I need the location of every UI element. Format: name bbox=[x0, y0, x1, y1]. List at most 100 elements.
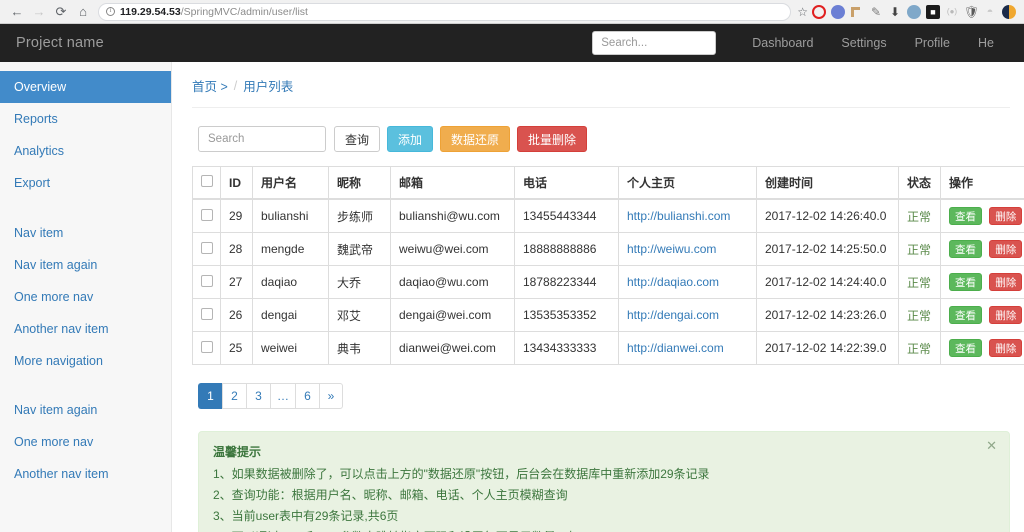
sidebar-item-another-nav-item-2[interactable]: Another nav item bbox=[0, 458, 171, 490]
view-button[interactable]: 查看 bbox=[949, 207, 982, 225]
brand-title[interactable]: Project name bbox=[16, 35, 104, 51]
reload-icon[interactable]: ⟳ bbox=[50, 2, 72, 22]
view-button[interactable]: 查看 bbox=[949, 306, 982, 324]
add-button[interactable]: 添加 bbox=[387, 126, 433, 152]
blue-badge-icon[interactable] bbox=[831, 5, 845, 19]
sidebar-item-one-more-nav[interactable]: One more nav bbox=[0, 281, 171, 313]
nav-link-dashboard[interactable]: Dashboard bbox=[738, 36, 827, 50]
parentheses-icon[interactable]: (●) bbox=[945, 5, 959, 19]
table-row[interactable]: 26 dengai 邓艾 dengai@wei.com 13535353352 … bbox=[193, 299, 1024, 332]
cell-actions: 查看 删除 编辑 bbox=[941, 332, 1024, 365]
row-checkbox[interactable] bbox=[201, 275, 213, 287]
homepage-link[interactable]: http://daqiao.com bbox=[627, 275, 719, 289]
row-checkbox[interactable] bbox=[201, 308, 213, 320]
sidebar: Overview Reports Analytics Export Nav it… bbox=[0, 62, 172, 532]
row-checkbox[interactable] bbox=[201, 209, 213, 221]
delete-button[interactable]: 删除 bbox=[989, 240, 1022, 258]
view-button[interactable]: 查看 bbox=[949, 339, 982, 357]
row-checkbox-cell bbox=[193, 266, 221, 299]
cell-status: 正常 bbox=[899, 199, 941, 233]
delete-button[interactable]: 删除 bbox=[989, 273, 1022, 291]
nav-link-profile[interactable]: Profile bbox=[901, 36, 964, 50]
cell-created: 2017-12-02 14:26:40.0 bbox=[757, 199, 899, 233]
batch-delete-button[interactable]: 批量删除 bbox=[517, 126, 587, 152]
close-icon[interactable]: ✕ bbox=[986, 439, 997, 452]
tan-hammer-icon[interactable] bbox=[850, 5, 864, 19]
delete-button[interactable]: 删除 bbox=[989, 339, 1022, 357]
view-button[interactable]: 查看 bbox=[949, 273, 982, 291]
shield-icon[interactable]: 🛡 bbox=[964, 5, 978, 19]
cell-status: 正常 bbox=[899, 233, 941, 266]
app-navbar: Project name Search... Dashboard Setting… bbox=[0, 24, 1024, 62]
homepage-link[interactable]: http://dianwei.com bbox=[627, 341, 724, 355]
sidebar-item-reports[interactable]: Reports bbox=[0, 103, 171, 135]
star-icon[interactable]: ☆ bbox=[797, 5, 808, 19]
row-checkbox-cell bbox=[193, 299, 221, 332]
page-ellipsis: … bbox=[270, 383, 295, 409]
homepage-link[interactable]: http://bulianshi.com bbox=[627, 209, 730, 223]
url-host: 119.29.54.53 bbox=[120, 6, 181, 18]
user-table: ID 用户名 昵称 邮箱 电话 个人主页 创建时间 状态 操作 29 bulia… bbox=[192, 166, 1024, 365]
site-info-icon[interactable] bbox=[106, 7, 115, 16]
row-checkbox[interactable] bbox=[201, 242, 213, 254]
url-path: /SpringMVC/admin/user/list bbox=[181, 6, 308, 18]
dark-square-icon[interactable]: ■ bbox=[926, 5, 940, 19]
page-button-1[interactable]: 1 bbox=[198, 383, 222, 409]
sidebar-item-more-navigation[interactable]: More navigation bbox=[0, 345, 171, 377]
cell-homepage: http://bulianshi.com bbox=[619, 199, 757, 233]
table-row[interactable]: 29 bulianshi 步练师 bulianshi@wu.com 134554… bbox=[193, 199, 1024, 233]
chart-icon[interactable]: ◓ bbox=[983, 5, 997, 19]
sidebar-item-one-more-nav-2[interactable]: One more nav bbox=[0, 426, 171, 458]
nav-link-settings[interactable]: Settings bbox=[827, 36, 900, 50]
opera-icon[interactable] bbox=[812, 5, 826, 19]
navbar-search-input[interactable]: Search... bbox=[592, 31, 716, 55]
moon-icon[interactable] bbox=[1002, 5, 1016, 19]
sidebar-item-nav-item-again[interactable]: Nav item again bbox=[0, 249, 171, 281]
sidebar-item-export[interactable]: Export bbox=[0, 167, 171, 199]
globe-icon[interactable] bbox=[907, 5, 921, 19]
cell-username: dengai bbox=[253, 299, 329, 332]
pagination: 1 2 3 … 6 » bbox=[198, 383, 1010, 409]
page-layout: Overview Reports Analytics Export Nav it… bbox=[0, 62, 1024, 532]
delete-button[interactable]: 删除 bbox=[989, 306, 1022, 324]
row-checkbox[interactable] bbox=[201, 341, 213, 353]
table-row[interactable]: 25 weiwei 典韦 dianwei@wei.com 13434333333… bbox=[193, 332, 1024, 365]
cell-nickname: 魏武帝 bbox=[329, 233, 391, 266]
view-button[interactable]: 查看 bbox=[949, 240, 982, 258]
cell-email: weiwu@wei.com bbox=[391, 233, 515, 266]
homepage-link[interactable]: http://weiwu.com bbox=[627, 242, 716, 256]
row-checkbox-cell bbox=[193, 233, 221, 266]
page-next-button[interactable]: » bbox=[319, 383, 343, 409]
sidebar-item-nav-item-again-2[interactable]: Nav item again bbox=[0, 394, 171, 426]
breadcrumb-current[interactable]: 用户列表 bbox=[243, 76, 293, 95]
search-input[interactable]: Search bbox=[198, 126, 326, 152]
cell-id: 27 bbox=[221, 266, 253, 299]
page-button-6[interactable]: 6 bbox=[295, 383, 319, 409]
nav-link-help[interactable]: He bbox=[964, 36, 1008, 50]
table-head: ID 用户名 昵称 邮箱 电话 个人主页 创建时间 状态 操作 bbox=[193, 167, 1024, 200]
page-button-2[interactable]: 2 bbox=[222, 383, 246, 409]
download-icon[interactable]: ⬇ bbox=[888, 5, 902, 19]
page-button-3[interactable]: 3 bbox=[246, 383, 270, 409]
sidebar-item-overview[interactable]: Overview bbox=[0, 71, 171, 103]
breadcrumb-home[interactable]: 首页 > bbox=[192, 76, 228, 95]
sidebar-item-analytics[interactable]: Analytics bbox=[0, 135, 171, 167]
query-button[interactable]: 查询 bbox=[334, 126, 380, 152]
breadcrumb: 首页 > / 用户列表 bbox=[192, 62, 1010, 108]
sidebar-item-nav-item[interactable]: Nav item bbox=[0, 217, 171, 249]
select-all-checkbox[interactable] bbox=[201, 175, 213, 187]
restore-data-button[interactable]: 数据还原 bbox=[440, 126, 510, 152]
header-id: ID bbox=[221, 167, 253, 200]
eyedropper-icon[interactable]: ✎ bbox=[869, 5, 883, 19]
header-phone: 电话 bbox=[515, 167, 619, 200]
homepage-link[interactable]: http://dengai.com bbox=[627, 308, 719, 322]
sidebar-item-another-nav-item[interactable]: Another nav item bbox=[0, 313, 171, 345]
main-content: 首页 > / 用户列表 Search 查询 添加 数据还原 批量删除 ID 用户… bbox=[172, 62, 1024, 532]
delete-button[interactable]: 删除 bbox=[989, 207, 1022, 225]
table-row[interactable]: 28 mengde 魏武帝 weiwu@wei.com 18888888886 … bbox=[193, 233, 1024, 266]
address-bar[interactable]: 119.29.54.53/SpringMVC/admin/user/list bbox=[98, 3, 791, 21]
back-icon[interactable]: ← bbox=[6, 2, 28, 22]
home-icon[interactable]: ⌂ bbox=[72, 2, 94, 22]
table-row[interactable]: 27 daqiao 大乔 daqiao@wu.com 18788223344 h… bbox=[193, 266, 1024, 299]
info-alert: ✕ 温馨提示 1、如果数据被删除了，可以点击上方的"数据还原"按钮，后台会在数据… bbox=[198, 431, 1010, 532]
